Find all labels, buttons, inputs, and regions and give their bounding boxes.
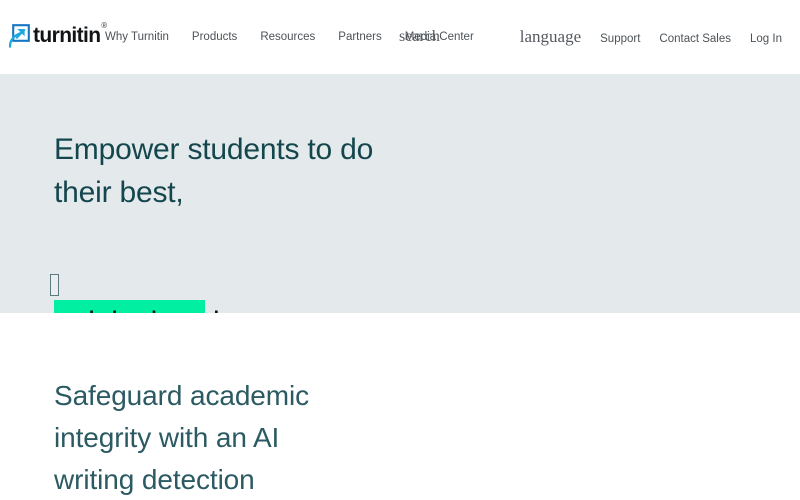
lower-heading-line-1: Safeguard academic	[54, 380, 310, 411]
hero-section: Empower students to do their best, origi…	[0, 74, 800, 368]
turnitin-logo[interactable]: turnitin ®	[8, 22, 107, 50]
nav-item-log-in[interactable]: Log In	[750, 32, 782, 46]
selection-start-handle[interactable]	[50, 274, 59, 296]
logo-trademark-icon: ®	[101, 21, 107, 30]
hero-heading-line-1: Empower students to do	[54, 133, 374, 166]
lower-section-heading: Safeguard academic integrity with an AI …	[54, 375, 309, 500]
site-header: turnitin ® Why Turnitin Products Resourc…	[0, 0, 800, 74]
lower-heading-line-2: integrity with an AI	[54, 422, 280, 453]
page-root: turnitin ® Why Turnitin Products Resourc…	[0, 0, 800, 500]
logo-wordmark: turnitin ®	[33, 22, 107, 48]
nav-item-contact-sales[interactable]: Contact Sales	[659, 32, 731, 46]
lower-content-section: Safeguard academic integrity with an AI …	[0, 313, 800, 500]
logo-wordmark-text: turnitin	[33, 24, 101, 47]
nav-item-products[interactable]: Products	[192, 30, 237, 44]
nav-item-resources[interactable]: Resources	[260, 30, 315, 44]
nav-item-support[interactable]: Support	[600, 32, 640, 46]
secondary-navigation: language Support Contact Sales Log In	[520, 28, 782, 46]
language-selector[interactable]: language	[520, 28, 581, 46]
turnitin-arrow-logo-icon	[8, 24, 30, 48]
hero-heading: Empower students to do their best,	[54, 128, 373, 214]
nav-item-why-turnitin[interactable]: Why Turnitin	[105, 30, 169, 44]
lower-heading-line-3: writing detection	[54, 464, 255, 495]
hero-heading-line-2: their best,	[54, 176, 184, 209]
nav-item-partners[interactable]: Partners	[338, 30, 381, 44]
search-link[interactable]: search	[399, 28, 440, 46]
